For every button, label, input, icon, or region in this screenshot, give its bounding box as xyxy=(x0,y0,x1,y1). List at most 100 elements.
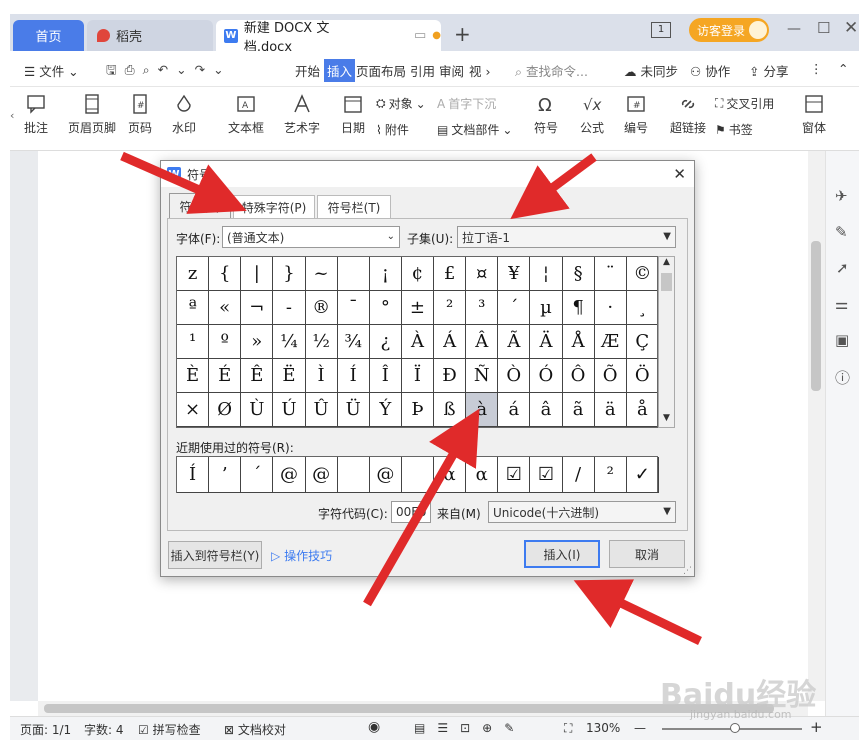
symbol-cell[interactable]: å xyxy=(626,393,657,427)
symbol-cell[interactable]: Ê xyxy=(241,359,274,393)
docpart-button[interactable]: ▤ 文档部件 ⌄ xyxy=(437,121,512,138)
symbol-cell[interactable]: Å xyxy=(562,325,595,359)
spell-check-button[interactable]: ☑ 拼写检查 xyxy=(138,721,201,738)
symbol-cell[interactable]: À xyxy=(401,325,434,359)
symbol-cell[interactable]: É xyxy=(209,359,242,393)
tab-docer[interactable]: 稻壳 xyxy=(87,20,213,51)
symbol-cell[interactable]: Ì xyxy=(305,359,338,393)
recent-symbol-cell[interactable]: ’ xyxy=(209,457,242,493)
symbol-cell[interactable]: ¾ xyxy=(337,325,370,359)
collapse-ribbon-icon[interactable]: ⌃ xyxy=(838,61,848,76)
symbol-cell[interactable]: Ã xyxy=(498,325,531,359)
hyperlink-button[interactable]: 超链接 xyxy=(670,93,706,136)
symbol-grid-scrollbar[interactable]: ▲ ▼ xyxy=(658,256,675,428)
symbol-cell[interactable]: Æ xyxy=(594,325,627,359)
symbol-cell[interactable]: ¹ xyxy=(177,325,210,359)
symbol-cell[interactable]: ¯ xyxy=(337,291,370,325)
tab-home[interactable]: 首页 xyxy=(13,20,84,51)
tab-document[interactable]: W 新建 DOCX 文档.docx ▭ ● xyxy=(216,20,441,55)
symbol-cell[interactable]: Û xyxy=(305,393,338,427)
symbol-cell[interactable]: Ñ xyxy=(466,359,499,393)
new-tab-button[interactable]: + xyxy=(454,22,471,46)
eye-icon[interactable]: ◉ xyxy=(368,719,380,735)
dialog-close-icon[interactable]: ✕ xyxy=(673,165,686,183)
cancel-button[interactable]: 取消 xyxy=(609,540,685,568)
clipboard-icon[interactable]: ▣ xyxy=(835,331,849,349)
symbol-cell[interactable]: Þ xyxy=(401,393,434,427)
zoom-out-button[interactable]: — xyxy=(634,721,646,735)
symbol-cell[interactable]: ß xyxy=(434,393,467,427)
symbol-cell[interactable]: µ xyxy=(530,291,563,325)
maximize-button[interactable]: ☐ xyxy=(817,19,830,37)
recent-symbol-cell[interactable]: ☑ xyxy=(498,457,531,493)
crossref-button[interactable]: ⛶ 交叉引用 xyxy=(715,95,774,112)
recent-symbol-cell[interactable]: ✓ xyxy=(626,457,659,493)
header-footer-button[interactable]: 页眉页脚 xyxy=(68,93,116,136)
ribbon-scroll-left-icon[interactable]: ‹ xyxy=(10,109,14,122)
font-select[interactable]: (普通文本) ⌄ xyxy=(222,226,400,248)
symbol-cell[interactable]: Ö xyxy=(626,359,657,393)
adjust-icon[interactable]: ⚌ xyxy=(835,295,848,313)
resize-grip-icon[interactable]: ⋰ xyxy=(683,566,692,576)
symbol-cell[interactable]: Ä xyxy=(530,325,563,359)
symbol-cell[interactable]: { xyxy=(209,257,242,291)
quick-access-icons[interactable]: 🖫⎙⌕↶⌄↷⌄ xyxy=(106,61,232,82)
page-number-button[interactable]: # 页码 xyxy=(128,93,152,136)
unsync-button[interactable]: ☁ 未同步 xyxy=(624,61,678,80)
recent-symbol-cell[interactable]: ´ xyxy=(241,457,274,493)
pen-icon[interactable]: ✎ xyxy=(835,223,848,241)
symbol-cell[interactable]: } xyxy=(273,257,306,291)
view-mode-icons[interactable]: ▤☰⊡⊕✎ xyxy=(414,721,526,735)
add-to-symbol-bar-button[interactable]: 插入到符号栏(Y) xyxy=(168,541,262,569)
symbol-cell[interactable]: Ø xyxy=(209,393,242,427)
symbol-cell[interactable]: Ü xyxy=(337,393,370,427)
symbol-grid[interactable]: z{|} ~ ¡ ¢ £ ¤ ¥ ¦ § ¨ © ª «¬ - ® ¯ ° ± ² ³ ´ µ ¶ · ¸ ¹ º» ¼ ½ ¾ ¿ À Á Â Ã… xyxy=(176,256,658,428)
symbol-cell[interactable]: Ç xyxy=(626,325,657,359)
tab-symbol-bar[interactable]: 符号栏(T) xyxy=(317,195,391,219)
symbol-cell[interactable]: ¼ xyxy=(273,325,306,359)
symbol-cell[interactable]: Î xyxy=(369,359,402,393)
zoom-level[interactable]: 130% xyxy=(586,721,620,735)
dropcap-button[interactable]: A 首字下沉 xyxy=(437,95,496,112)
recent-symbol-cell[interactable]: @ xyxy=(273,457,306,493)
date-button[interactable]: 日期 xyxy=(341,93,365,136)
symbol-cell[interactable]: Ô xyxy=(562,359,595,393)
symbol-cell[interactable]: Õ xyxy=(594,359,627,393)
symbol-cell[interactable]: ä xyxy=(594,393,627,427)
symbol-cell[interactable]: ¢ xyxy=(401,257,434,291)
collab-button[interactable]: ⚇ 协作 xyxy=(690,61,730,80)
symbol-cell[interactable]: ã xyxy=(562,393,595,427)
minimize-button[interactable]: — xyxy=(787,21,801,37)
watermark-button[interactable]: 水印 xyxy=(172,93,196,136)
login-button[interactable]: 访客登录 xyxy=(689,18,769,42)
symbol-cell[interactable]: Í xyxy=(337,359,370,393)
symbol-cell[interactable]: « xyxy=(209,291,242,325)
wordart-button[interactable]: 艺术字 xyxy=(284,93,320,136)
symbol-cell[interactable]: Â xyxy=(466,325,499,359)
symbol-cell[interactable]: ± xyxy=(401,291,434,325)
symbol-cell[interactable]: ½ xyxy=(305,325,338,359)
search-box[interactable]: ⌕ 查找命令... xyxy=(515,61,588,80)
symbol-cell[interactable]: × xyxy=(177,393,210,427)
window-count-icon[interactable]: 1 xyxy=(651,22,671,38)
symbol-cell[interactable]: Ó xyxy=(530,359,563,393)
recent-symbol-cell[interactable]: ² xyxy=(594,457,627,493)
recent-symbol-cell[interactable]: @ xyxy=(369,457,402,493)
insert-button[interactable]: 插入(I) xyxy=(524,540,600,568)
attachment-button[interactable]: ⌇ 附件 xyxy=(376,121,409,138)
symbol-cell[interactable]: ¤ xyxy=(466,257,499,291)
help-icon[interactable]: ⓘ xyxy=(835,367,850,388)
vertical-scrollbar[interactable] xyxy=(808,151,825,701)
object-button[interactable]: ⛭ 对象 ⌄ xyxy=(376,95,426,112)
symbol-cell[interactable]: ¨ xyxy=(594,257,627,291)
recent-symbol-cell[interactable]: Í xyxy=(177,457,210,493)
symbol-cell[interactable]: Ò xyxy=(498,359,531,393)
symbol-cell[interactable]: - xyxy=(273,291,306,325)
recent-symbols[interactable]: Í’ ´ @ @ @ α α ☑ ☑ / ² ✓ xyxy=(176,456,659,493)
symbol-cell[interactable]: © xyxy=(626,257,657,291)
menu-layout[interactable]: 页面布局 xyxy=(356,61,406,80)
symbol-cell[interactable]: » xyxy=(241,325,274,359)
close-window-button[interactable]: ✕ xyxy=(844,18,858,38)
symbol-cell[interactable]: Á xyxy=(434,325,467,359)
recent-symbol-cell[interactable]: α xyxy=(466,457,499,493)
